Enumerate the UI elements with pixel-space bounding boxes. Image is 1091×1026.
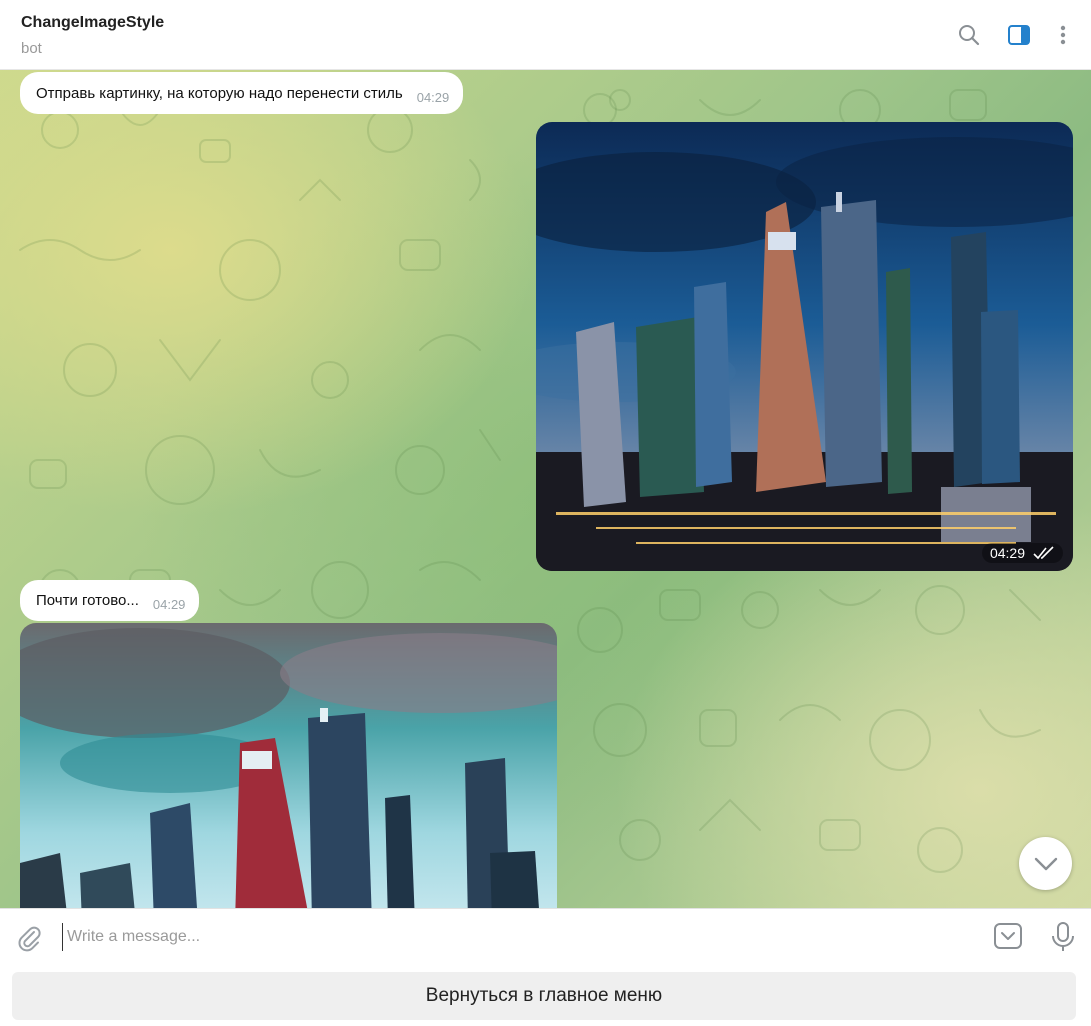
message-bubble-incoming[interactable]: Почти готово... 04:29 xyxy=(20,580,200,621)
message-composer xyxy=(0,908,1091,964)
photo-meta: 04:29 xyxy=(981,543,1063,563)
more-vertical-icon xyxy=(1060,25,1066,45)
chat-header: ChangeImageStyle bot xyxy=(0,0,1091,70)
message-text: Почти готово... xyxy=(36,592,139,609)
message-time: 04:29 xyxy=(152,597,186,612)
sidebar-panel-icon xyxy=(1008,25,1030,45)
message-time: 04:29 xyxy=(416,89,450,105)
main-menu-button[interactable]: Вернуться в главное меню xyxy=(12,972,1076,1020)
sidebar-toggle-button[interactable] xyxy=(1006,22,1032,48)
chevron-down-icon xyxy=(1034,857,1057,870)
message-photo-outgoing[interactable]: 04:29 xyxy=(536,122,1073,571)
message-photo-incoming[interactable] xyxy=(20,623,557,908)
stylized-city-photo-image xyxy=(20,623,557,908)
message-input[interactable] xyxy=(62,923,962,951)
city-photo-image xyxy=(536,122,1073,571)
chat-title[interactable]: ChangeImageStyle xyxy=(21,14,164,32)
search-button[interactable] xyxy=(956,22,982,48)
message-bubble-incoming[interactable]: Отправь картинку, на которую надо перене… xyxy=(20,72,464,114)
chat-status: bot xyxy=(21,40,42,57)
scroll-to-bottom-button[interactable] xyxy=(1019,837,1072,890)
microphone-icon[interactable] xyxy=(1049,921,1077,953)
search-icon xyxy=(959,25,980,46)
paperclip-icon[interactable] xyxy=(14,923,44,953)
bot-keyboard-toggle-icon[interactable] xyxy=(993,921,1023,951)
chat-history[interactable]: Отправь картинку, на которую надо перене… xyxy=(0,70,1091,908)
more-menu-button[interactable] xyxy=(1050,22,1076,48)
message-text: Отправь картинку, на которую надо перене… xyxy=(36,84,403,102)
message-time: 04:29 xyxy=(989,545,1025,561)
double-check-icon xyxy=(1033,546,1054,560)
bot-reply-keyboard: Вернуться в главное меню xyxy=(0,964,1091,1026)
